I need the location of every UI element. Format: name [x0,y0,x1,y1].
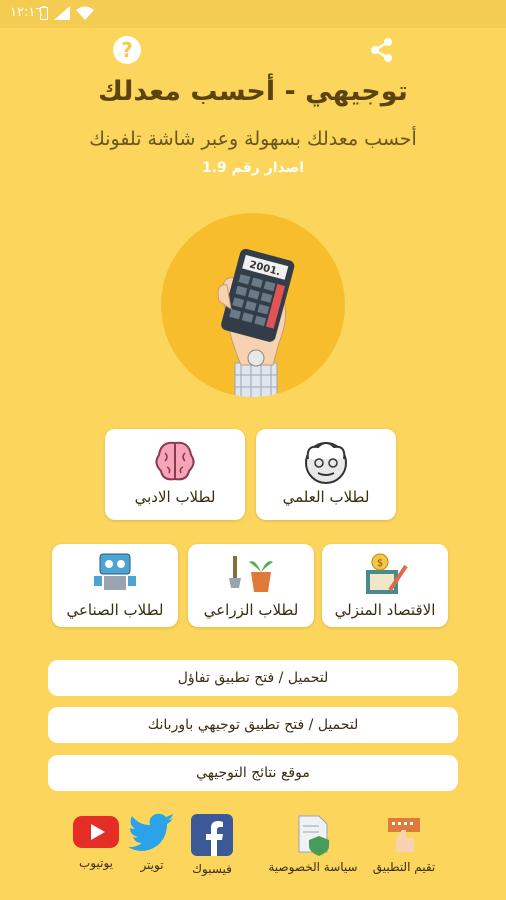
card-industrial[interactable]: لطلاب الصناعي [52,544,178,627]
app-subtitle: أحسب معدلك بسهولة وعبر شاشة تلفونك [89,128,417,150]
rate-icon [388,818,420,852]
privacy-icon [298,815,329,856]
footer-rate-label: تقيم التطبيق [372,860,436,874]
link-tafaul-app[interactable]: لتحميل / فتح تطبيق تفاؤل [48,660,458,696]
link-powerbank-app[interactable]: لتحميل / فتح تطبيق توجيهي باوربانك [48,707,458,743]
status-bar: ١٢:١٦ [0,0,506,28]
footer-twitter-label: تويتر [140,858,164,872]
card-literary[interactable]: لطلاب الادبي [105,429,245,520]
footer-privacy[interactable]: سياسة الخصوصية [263,812,363,874]
status-icons [40,6,94,20]
hand-calculator-icon: 2001. [217,248,295,397]
calculator-illustration: 2001. [161,213,345,397]
app-title: توجيهي - أحسب معدلك [98,76,408,107]
finance-icon: $ [366,553,408,594]
wifi-icon [76,6,94,20]
version-label: اصدار رقم 1.9 [201,160,305,176]
svg-text:$: $ [377,558,383,569]
footer-youtube-label: يوتيوب [79,856,113,870]
youtube-icon [73,816,119,848]
robot-icon [94,553,136,590]
card-agricultural-label: لطلاب الزراعي [203,601,299,619]
share-icon[interactable] [368,36,396,64]
footer-privacy-label: سياسة الخصوصية [268,860,358,874]
plant-icon [229,556,273,592]
status-clock: ١٢:١٦ [10,5,43,20]
card-scientific-label: لطلاب العلمي [282,488,370,506]
help-icon[interactable]: ? [113,36,141,64]
footer-youtube[interactable]: يوتيوب [68,812,124,870]
einstein-icon [305,442,347,484]
card-industrial-label: لطلاب الصناعي [66,601,164,619]
card-scientific[interactable]: لطلاب العلمي [256,429,396,520]
brain-icon [155,441,195,481]
twitter-icon [128,813,174,852]
footer-facebook-label: فيسبوك [192,862,232,876]
footer-rate[interactable]: تقيم التطبيق [362,812,446,874]
battery-icon [40,6,48,20]
footer-twitter[interactable]: تويتر [124,812,180,872]
link-results-site[interactable]: موقع نتائج التوجيهي [48,755,458,791]
card-literary-label: لطلاب الادبي [134,488,216,506]
card-home-economics-label: الاقتصاد المنزلي [334,601,436,619]
signal-icon [54,6,70,20]
card-agricultural[interactable]: لطلاب الزراعي [188,544,314,627]
card-home-economics[interactable]: $ الاقتصاد المنزلي [322,544,448,627]
footer-facebook[interactable]: فيسبوك [182,812,242,876]
facebook-icon [191,814,233,856]
